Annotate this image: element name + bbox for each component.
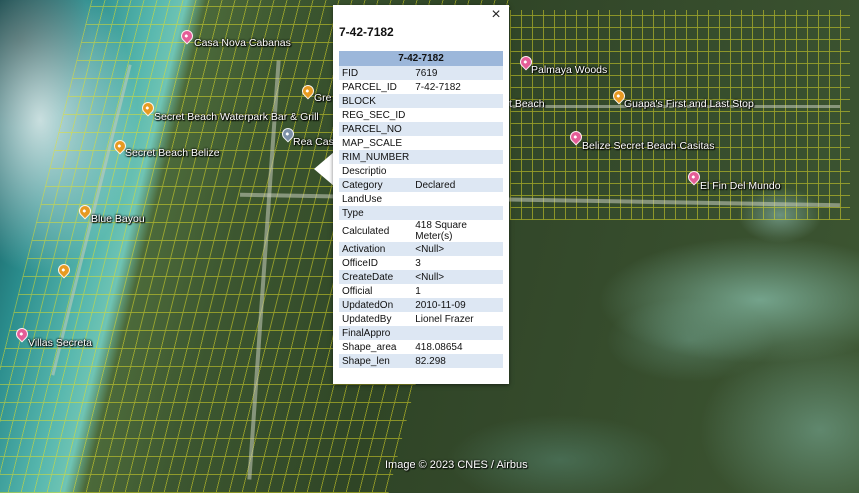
attribute-row: Official 1 (339, 284, 503, 298)
attribute-row: UpdatedBy Lionel Frazer (339, 312, 503, 326)
attribute-value: 3 (412, 256, 503, 270)
attribute-row: PARCEL_NO (339, 122, 503, 136)
attribute-row: BLOCK (339, 94, 503, 108)
attribute-value: Declared (412, 178, 503, 192)
imagery-attribution: Image © 2023 CNES / Airbus (385, 459, 528, 471)
attribute-row: FID 7619 (339, 66, 503, 80)
attribute-key: Shape_len (339, 354, 413, 368)
attribute-key: FinalAppro (339, 326, 413, 340)
attribute-row: RIM_NUMBER (339, 150, 503, 164)
balloon-title: 7-42-7182 (339, 25, 394, 39)
attribute-key: UpdatedBy (339, 312, 413, 326)
attribute-row: MAP_SCALE (339, 136, 503, 150)
attribute-key: PARCEL_NO (339, 122, 413, 136)
placemark-label[interactable]: Casa Nova Cabanas (194, 37, 291, 49)
attribute-row: Descriptio (339, 164, 503, 178)
placemark-label[interactable]: Secret Beach Waterpark Bar & Grill (154, 111, 319, 123)
attribute-row: PARCEL_ID 7-42-7182 (339, 80, 503, 94)
attribute-value (412, 108, 503, 122)
attribute-table: 7-42-7182 FID 7619 PARCEL_ID 7-42-7182 BLOCK… (339, 51, 503, 368)
attribute-row: FinalAppro (339, 326, 503, 340)
attribute-row: Shape_len 82.298 (339, 354, 503, 368)
attribute-key: Type (339, 206, 413, 220)
attribute-key: CreateDate (339, 270, 413, 284)
attribute-value: <Null> (412, 270, 503, 284)
attribute-value: 418.08654 (412, 340, 503, 354)
placemark-label[interactable]: Guapa's First and Last Stop (624, 98, 754, 110)
attribute-row: Category Declared (339, 178, 503, 192)
placemark-label[interactable]: Palmaya Woods (531, 64, 607, 76)
attribute-key: FID (339, 66, 413, 80)
placemark-label[interactable]: Rea Cas (293, 136, 334, 148)
attribute-value (412, 122, 503, 136)
attribute-value: 82.298 (412, 354, 503, 368)
attribute-value (412, 150, 503, 164)
attribute-key: Activation (339, 242, 413, 256)
attribute-value: 418 Square Meter(s) (412, 220, 503, 242)
attribute-row: Activation <Null> (339, 242, 503, 256)
balloon-pointer (314, 152, 334, 186)
attribute-key: Calculated (339, 220, 413, 242)
attribute-value (412, 192, 503, 206)
attribute-value (412, 164, 503, 178)
attribute-row: Calculated 418 Square Meter(s) (339, 220, 503, 242)
attribute-key: UpdatedOn (339, 298, 413, 312)
parcel-lines-east (510, 10, 850, 220)
attribute-value (412, 326, 503, 340)
placemark-label[interactable]: Villas Secreta (28, 337, 92, 349)
attribute-row: UpdatedOn 2010-11-09 (339, 298, 503, 312)
attribute-key: Descriptio (339, 164, 413, 178)
attribute-key: OfficeID (339, 256, 413, 270)
parcel-info-balloon: × 7-42-7182 7-42-7182 FID 7619 PARCEL_ID 7-… (333, 5, 509, 384)
attribute-row: LandUse (339, 192, 503, 206)
placemark-label[interactable]: Blue Bayou (91, 213, 145, 225)
attribute-value (412, 206, 503, 220)
attribute-key: RIM_NUMBER (339, 150, 413, 164)
attribute-key: Official (339, 284, 413, 298)
placemark-label[interactable]: Belize Secret Beach Casitas (582, 140, 714, 152)
attribute-row: CreateDate <Null> (339, 270, 503, 284)
attribute-key: BLOCK (339, 94, 413, 108)
attribute-row: Type (339, 206, 503, 220)
attribute-value (412, 136, 503, 150)
attribute-value: 7619 (412, 66, 503, 80)
attribute-key: Category (339, 178, 413, 192)
placemark-label[interactable]: t Beach (509, 98, 545, 110)
placemark-label[interactable]: Gre (314, 92, 332, 104)
attribute-row: REG_SEC_ID (339, 108, 503, 122)
attribute-value (412, 94, 503, 108)
attribute-key: PARCEL_ID (339, 80, 413, 94)
attribute-value: 7-42-7182 (412, 80, 503, 94)
attribute-key: LandUse (339, 192, 413, 206)
attribute-row: Shape_area 418.08654 (339, 340, 503, 354)
attribute-value: 2010-11-09 (412, 298, 503, 312)
attribute-key: REG_SEC_ID (339, 108, 413, 122)
attribute-value: 1 (412, 284, 503, 298)
attribute-value: Lionel Frazer (412, 312, 503, 326)
attribute-value: <Null> (412, 242, 503, 256)
attribute-key: Shape_area (339, 340, 413, 354)
attribute-key: MAP_SCALE (339, 136, 413, 150)
close-icon[interactable]: × (488, 7, 504, 23)
placemark-label[interactable]: Secret Beach Belize (125, 147, 220, 159)
attribute-row: OfficeID 3 (339, 256, 503, 270)
placemark-label[interactable]: El Fin Del Mundo (700, 180, 781, 192)
attribute-table-header: 7-42-7182 (339, 51, 503, 66)
